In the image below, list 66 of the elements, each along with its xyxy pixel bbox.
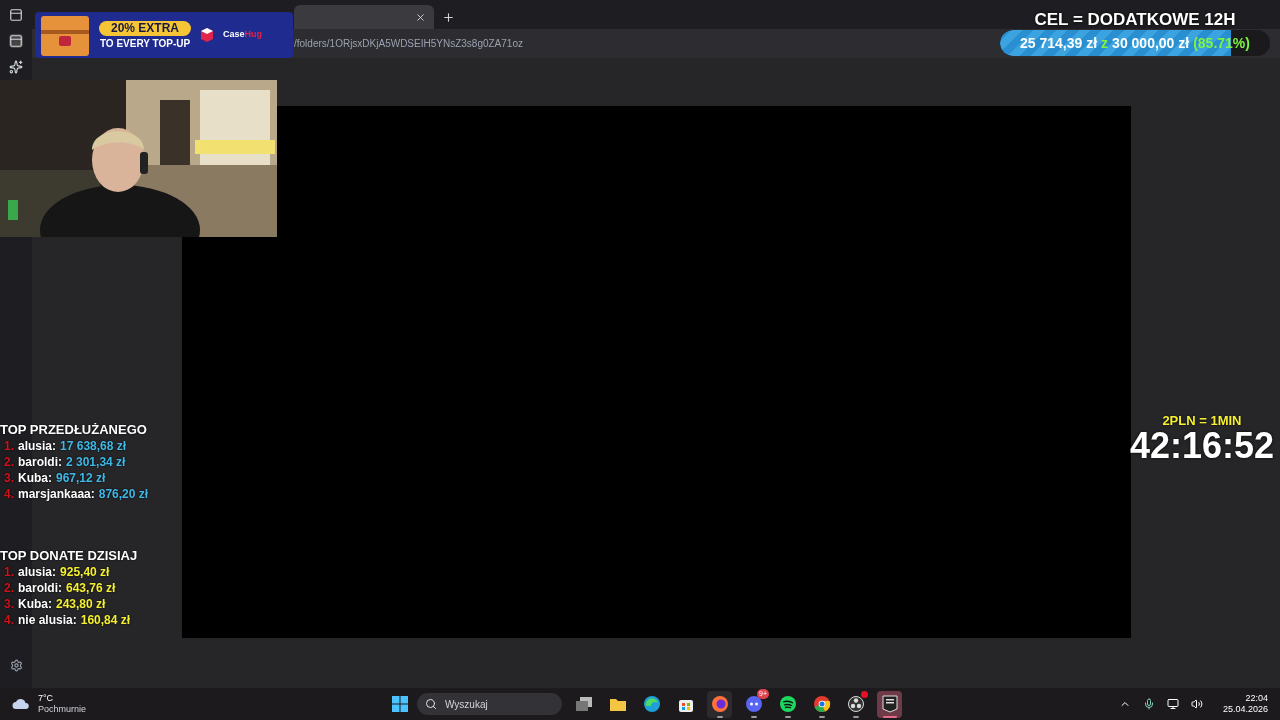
rank-number: 2. [4, 454, 14, 470]
timer-rate: 2PLN = 1MIN [1162, 413, 1242, 428]
leaderboard-title: TOP PRZEDŁUŻANEGO [0, 421, 148, 438]
donor-name: Kuba: [18, 470, 52, 486]
temperature-text: 7°C [38, 693, 55, 704]
weather-text: Pochmurnie [38, 704, 87, 715]
rank-number: 3. [4, 470, 14, 486]
donor-name: marsjankaaa: [18, 486, 95, 502]
settings-icon[interactable] [9, 659, 23, 672]
close-icon[interactable] [415, 11, 426, 23]
sidebar-icon[interactable] [9, 34, 23, 48]
donor-name: alusia: [18, 564, 57, 580]
clock-time[interactable]: 22:04 [1245, 693, 1268, 704]
monitor-icon[interactable] [1166, 698, 1179, 710]
chrome-ball-icon [812, 695, 831, 713]
ad-headline: 20% EXTRA [99, 20, 192, 36]
donor-name: baroldi: [18, 454, 62, 470]
taskbar-app[interactable] [707, 690, 732, 718]
new-tab-icon[interactable] [442, 11, 455, 24]
rank-number: 2. [4, 580, 14, 596]
rank-number: 4. [4, 612, 14, 628]
window-stack-icon [574, 696, 593, 712]
goal-title: CEL = DODATKOWE 12H [1034, 10, 1236, 30]
donor-name: alusia: [18, 438, 57, 454]
donor-name: nie alusia: [18, 612, 77, 628]
controller-face-icon [744, 695, 763, 713]
donation-amount: 243,80 zł [56, 596, 106, 612]
donation-amount: 876,20 zł [98, 486, 149, 502]
rank-number: 1. [4, 564, 14, 580]
microphone-icon[interactable] [1142, 698, 1155, 710]
donor-name: Kuba: [18, 596, 52, 612]
donation-amount: 925,40 zł [60, 564, 110, 580]
goal-raised: 25 714,39 zł [1020, 33, 1098, 53]
swirl-icon [642, 695, 661, 713]
search-field[interactable]: Wyszukaj [417, 693, 562, 715]
search-placeholder: Wyszukaj [445, 697, 488, 712]
rank-number: 4. [4, 486, 14, 502]
taskbar-app[interactable] [877, 690, 902, 718]
ad-subline: TO EVERY TOP-UP [99, 37, 191, 50]
search-icon [425, 698, 437, 710]
leaderboard-title: TOP DONATE DZISIAJ [0, 547, 138, 564]
sparkle-icon[interactable] [9, 60, 23, 74]
clock-date[interactable]: 25.04.2026 [1222, 704, 1268, 715]
goal-target: 30 000,00 zł [1112, 33, 1190, 53]
donation-amount: 17 638,68 zł [60, 438, 127, 454]
cloud-icon [12, 698, 30, 710]
url-text[interactable]: /folders/1ORjsxDKjA5WDSEIH5YNsZ3s8g0ZA71oz [294, 36, 523, 51]
goal-separator: z [1101, 33, 1109, 53]
brand-text: CaseHug [223, 28, 263, 42]
countdown-timer: 42:16:52 [1129, 428, 1274, 464]
donor-name: baroldi: [18, 580, 62, 596]
sound-waves-icon [778, 695, 797, 713]
donation-amount: 643,76 zł [66, 580, 116, 596]
rank-number: 1. [4, 438, 14, 454]
donation-amount: 160,84 zł [80, 612, 131, 628]
cube-logo-icon [199, 27, 216, 43]
record-disc-icon [846, 695, 865, 713]
volume-icon[interactable] [1190, 698, 1203, 710]
tabs-icon[interactable] [9, 8, 23, 22]
rank-number: 3. [4, 596, 14, 612]
donation-amount: 967,12 zł [56, 470, 106, 486]
fox-globe-icon [710, 695, 729, 713]
start-icon[interactable] [392, 696, 408, 712]
donation-amount: 2 301,34 zł [66, 454, 126, 470]
shield-logo-icon [881, 695, 898, 713]
folder-icon [608, 696, 627, 712]
